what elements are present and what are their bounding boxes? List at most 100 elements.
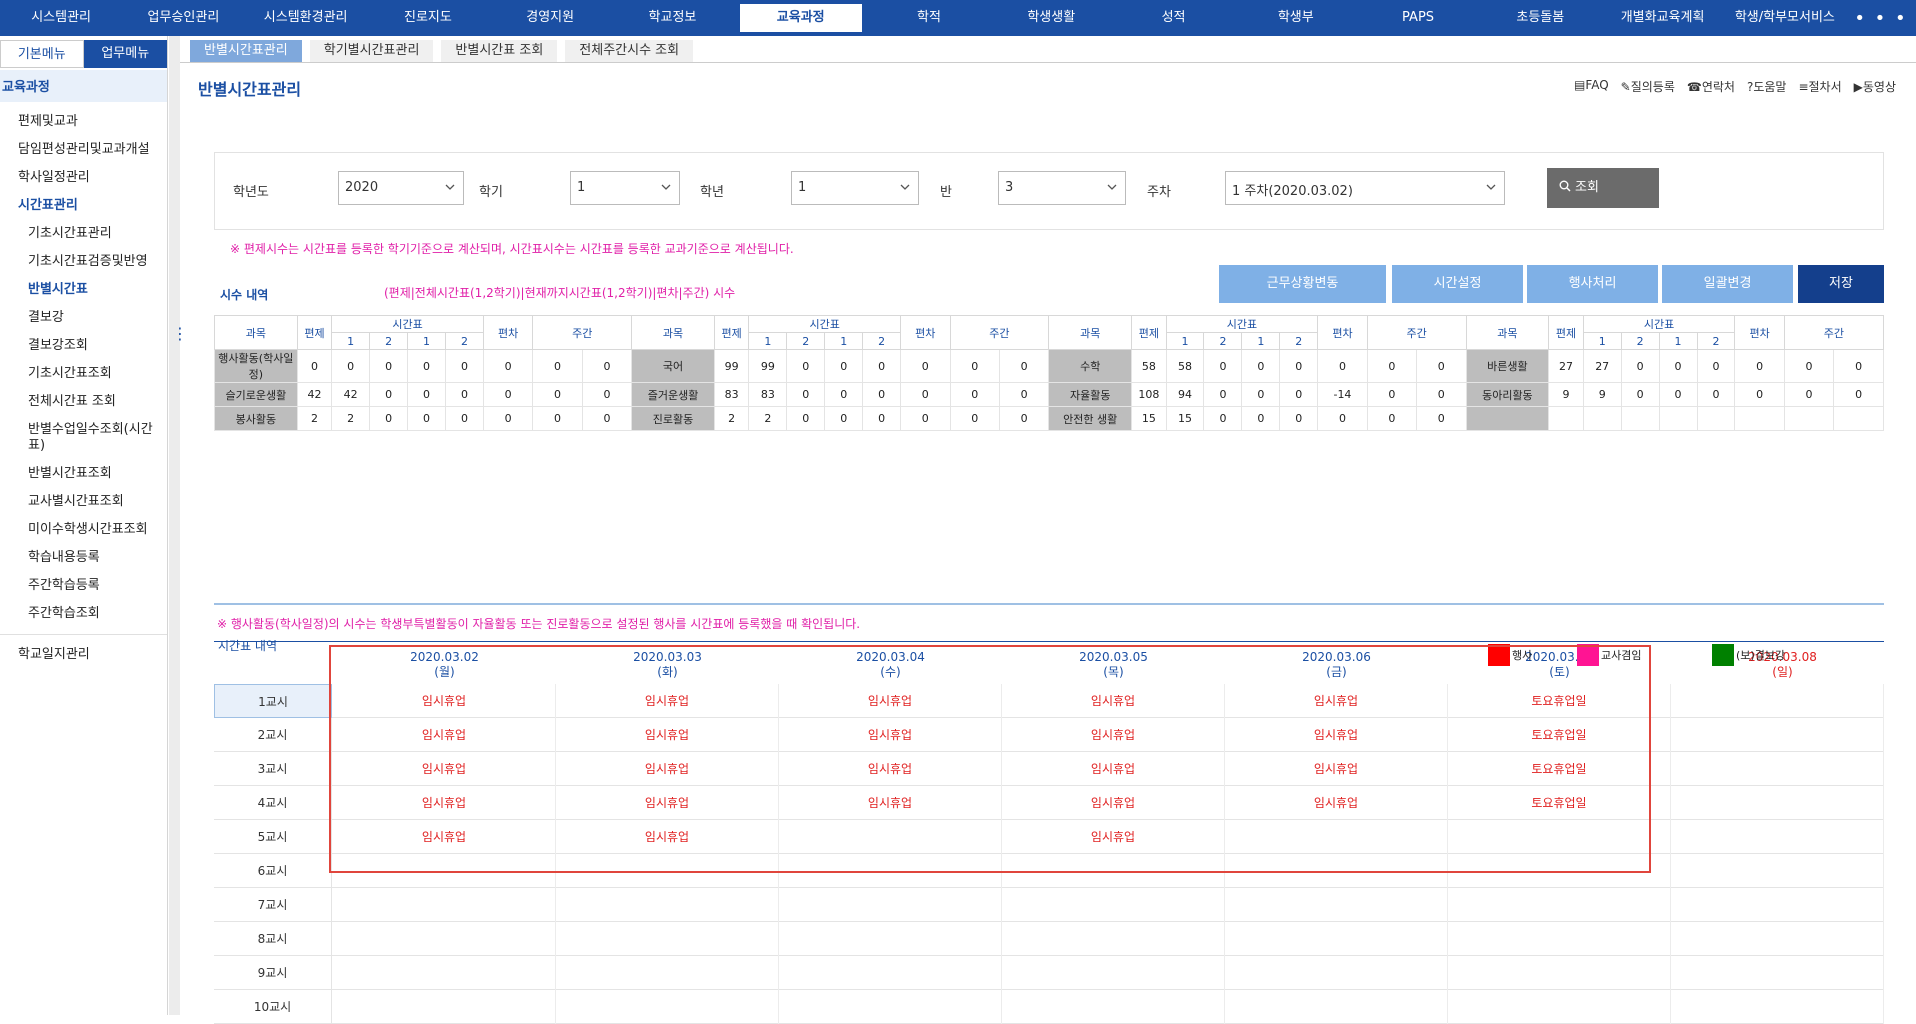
timetable-cell[interactable] (779, 956, 1002, 990)
sidebar-item[interactable]: 담임편성관리및교과개설 (0, 136, 167, 164)
timetable-cell[interactable] (1002, 888, 1225, 922)
timetable-cell[interactable] (1448, 922, 1671, 956)
subject-cell[interactable]: 진로활동 (631, 406, 715, 431)
sidebar-item[interactable]: 결보강 (0, 304, 167, 332)
subject-cell[interactable]: 국어 (631, 349, 715, 383)
tab-subpage[interactable]: 반별시간표관리 (190, 40, 302, 62)
timetable-cell[interactable] (1448, 956, 1671, 990)
timetable-cell[interactable] (333, 888, 556, 922)
year-select[interactable]: 2020 (338, 171, 464, 205)
timetable-cell[interactable] (333, 922, 556, 956)
timetable-cell[interactable] (1671, 956, 1884, 990)
timetable-cell[interactable] (556, 990, 779, 1024)
semester-select[interactable]: 1 (570, 171, 680, 205)
timetable-cell[interactable] (556, 922, 779, 956)
topnav-item[interactable]: PAPS (1357, 0, 1479, 36)
sidebar-item[interactable]: 시간표관리 (0, 192, 167, 220)
work-status-change-button[interactable]: 근무상황변동 (1219, 265, 1386, 303)
class-select[interactable]: 3 (998, 171, 1126, 205)
subject-cell[interactable]: 안전한 생활 (1048, 406, 1133, 431)
timetable-cell[interactable] (1671, 888, 1884, 922)
sidebar-item[interactable]: 반별시간표조회 (0, 460, 167, 488)
timetable-cell[interactable] (1671, 820, 1884, 854)
time-setting-button[interactable]: 시간설정 (1392, 265, 1523, 303)
topnav-item[interactable]: 학생생활 (990, 0, 1112, 36)
timetable-cell[interactable] (1671, 718, 1884, 752)
subject-cell[interactable]: 행사활동(학사일정) (214, 349, 298, 383)
event-process-button[interactable]: 행사처리 (1527, 265, 1658, 303)
topnav-item[interactable]: 교육과정 (739, 4, 862, 32)
sidebar-item[interactable]: 기초시간표관리 (0, 220, 167, 248)
timetable-cell[interactable] (1225, 922, 1448, 956)
tab-subpage[interactable]: 전체주간시수 조회 (565, 40, 694, 62)
tab-work-menu[interactable]: 업무메뉴 (83, 40, 167, 68)
timetable-cell[interactable] (556, 888, 779, 922)
timetable-cell[interactable] (1671, 684, 1884, 718)
timetable-cell[interactable] (1002, 990, 1225, 1024)
topnav-item[interactable]: 학적 (868, 0, 990, 36)
subject-cell[interactable] (1465, 406, 1550, 431)
timetable-cell[interactable] (1448, 888, 1671, 922)
topnav-item[interactable]: 시스템환경관리 (245, 0, 367, 36)
procedure-link[interactable]: ≡절차서 (1798, 78, 1841, 95)
period-label[interactable]: 9교시 (214, 956, 332, 990)
batch-change-button[interactable]: 일괄변경 (1662, 265, 1793, 303)
help-link[interactable]: ?도움말 (1747, 78, 1787, 95)
tab-subpage[interactable]: 학기별시간표관리 (309, 40, 434, 62)
timetable-cell[interactable] (1671, 786, 1884, 820)
subject-cell[interactable]: 동아리활동 (1465, 382, 1550, 407)
period-label[interactable]: 6교시 (214, 854, 332, 888)
sidebar-item-school-log[interactable]: 학교일지관리 (0, 641, 167, 669)
topnav-item[interactable]: 시스템관리 (0, 0, 122, 36)
timetable-cell[interactable] (1671, 752, 1884, 786)
sidebar-item[interactable]: 전체시간표 조회 (0, 388, 167, 416)
timetable-cell[interactable] (333, 956, 556, 990)
sidebar-splitter[interactable] (169, 36, 180, 1015)
subject-cell[interactable]: 바른생활 (1465, 349, 1550, 383)
sidebar-section-title[interactable]: 교육과정 (0, 70, 167, 102)
period-label[interactable]: 8교시 (214, 922, 332, 956)
topnav-item[interactable]: 개별화교육계획 (1601, 0, 1723, 36)
topnav-item[interactable]: 진로지도 (367, 0, 489, 36)
faq-link[interactable]: ▤FAQ (1574, 78, 1609, 95)
subject-cell[interactable]: 즐거운생활 (631, 382, 715, 407)
timetable-cell[interactable] (1448, 990, 1671, 1024)
grade-select[interactable]: 1 (791, 171, 919, 205)
contact-link[interactable]: ☎연락처 (1687, 78, 1735, 95)
period-label[interactable]: 7교시 (214, 888, 332, 922)
tab-subpage[interactable]: 반별시간표 조회 (441, 40, 558, 62)
timetable-cell[interactable] (779, 990, 1002, 1024)
timetable-cell[interactable] (1002, 922, 1225, 956)
period-label[interactable]: 5교시 (214, 820, 332, 854)
timetable-cell[interactable] (556, 956, 779, 990)
tab-basic-menu[interactable]: 기본메뉴 (0, 40, 84, 68)
video-link[interactable]: ▶동영상 (1854, 78, 1896, 95)
timetable-cell[interactable] (333, 990, 556, 1024)
period-label[interactable]: 10교시 (214, 990, 332, 1024)
sidebar-item[interactable]: 편제및교과 (0, 108, 167, 136)
question-link[interactable]: ✎질의등록 (1621, 78, 1675, 95)
subject-cell[interactable]: 슬기로운생활 (214, 382, 298, 407)
subject-cell[interactable]: 수학 (1048, 349, 1133, 383)
topnav-item[interactable]: 초등돌봄 (1479, 0, 1601, 36)
sidebar-item[interactable]: 결보강조회 (0, 332, 167, 360)
subject-cell[interactable]: 봉사활동 (214, 406, 298, 431)
subject-cell[interactable]: 자율활동 (1048, 382, 1133, 407)
week-select[interactable]: 1 주차(2020.03.02) (1225, 171, 1505, 205)
timetable-cell[interactable] (1002, 956, 1225, 990)
topnav-item[interactable]: 학생/학부모서비스 (1724, 0, 1846, 36)
sidebar-item[interactable]: 기초시간표조회 (0, 360, 167, 388)
save-button[interactable]: 저장 (1798, 265, 1884, 303)
topnav-item[interactable]: 업무승인관리 (122, 0, 244, 36)
search-button[interactable]: 조회 (1547, 168, 1659, 208)
splitter-handle-icon[interactable]: ⋮ (172, 326, 188, 342)
topnav-item[interactable]: 학교정보 (611, 0, 733, 36)
timetable-cell[interactable] (779, 888, 1002, 922)
period-label[interactable]: 2교시 (214, 718, 332, 752)
timetable-cell[interactable] (1671, 922, 1884, 956)
timetable-cell[interactable] (1225, 956, 1448, 990)
more-menu-icon[interactable]: • • • (1846, 8, 1916, 29)
timetable-cell[interactable] (779, 922, 1002, 956)
timetable-cell[interactable] (1225, 888, 1448, 922)
sidebar-item[interactable]: 반별시간표 (0, 276, 167, 304)
